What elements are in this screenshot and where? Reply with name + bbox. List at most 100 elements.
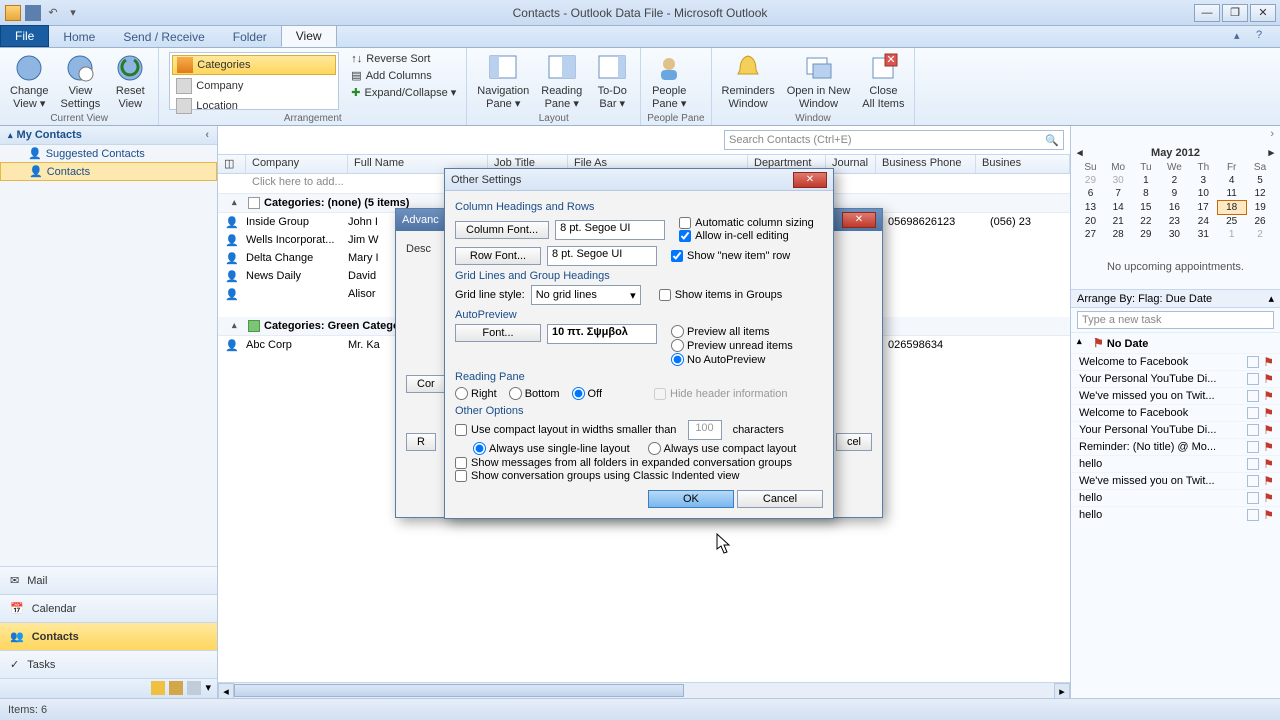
task-complete-checkbox[interactable] — [1247, 373, 1259, 385]
cancel-button[interactable]: Cancel — [737, 490, 823, 508]
preview-unread-radio[interactable]: Preview unread items — [671, 339, 793, 352]
show-all-folders-checkbox[interactable]: Show messages from all folders in expand… — [455, 457, 823, 469]
row-font-button[interactable]: Row Font... — [455, 247, 541, 265]
calendar-day[interactable]: 18 — [1217, 201, 1246, 215]
scroll-right-icon[interactable]: ▸ — [1054, 683, 1070, 699]
close-icon[interactable]: ✕ — [793, 172, 827, 188]
calendar-day[interactable]: 15 — [1132, 201, 1159, 215]
qat-customize-icon[interactable]: ▾ — [64, 4, 82, 22]
navbar-mail[interactable]: ✉Mail — [0, 566, 217, 594]
flag-icon[interactable]: ⚑ — [1263, 457, 1274, 471]
use-compact-layout-checkbox[interactable]: Use compact layout in widths smaller tha… — [455, 420, 823, 440]
auto-column-sizing-checkbox[interactable]: Automatic column sizing — [679, 217, 814, 229]
tab-folder[interactable]: Folder — [219, 27, 281, 47]
calendar-day[interactable]: 30 — [1104, 174, 1132, 187]
task-row[interactable]: Welcome to Facebook⚑ — [1071, 404, 1280, 421]
search-icon[interactable]: 🔍 — [1045, 134, 1059, 147]
hdr-company[interactable]: Company — [246, 155, 348, 173]
search-input[interactable]: Search Contacts (Ctrl+E)🔍 — [724, 130, 1064, 150]
dialog-button[interactable]: Cor — [406, 375, 446, 393]
flag-icon[interactable]: ⚑ — [1263, 355, 1274, 369]
calendar-day[interactable]: 10 — [1189, 187, 1217, 201]
shortcuts-icon[interactable] — [187, 681, 201, 695]
todo-expand-icon[interactable]: › — [1270, 128, 1274, 140]
open-new-window-button[interactable]: Open in New Window — [783, 50, 855, 112]
calendar-day[interactable]: 21 — [1104, 215, 1132, 229]
maximize-button[interactable]: ❐ — [1222, 4, 1248, 22]
navigation-pane-button[interactable]: Navigation Pane ▾ — [473, 50, 533, 112]
flag-icon[interactable]: ⚑ — [1263, 389, 1274, 403]
dialog-title[interactable]: Other Settings✕ — [445, 169, 833, 191]
reading-pane-bottom-radio[interactable]: Bottom — [509, 387, 560, 400]
single-line-layout-radio[interactable]: Always use single-line layout — [473, 442, 630, 455]
calendar-day[interactable]: 1 — [1217, 228, 1246, 241]
view-settings-button[interactable]: View Settings — [57, 50, 105, 112]
arrange-categories[interactable]: Categories — [172, 55, 336, 75]
qat-undo-icon[interactable]: ↶ — [44, 4, 62, 22]
task-row[interactable]: Reminder: (No title) @ Mo...⚑ — [1071, 438, 1280, 455]
column-font-button[interactable]: Column Font... — [455, 221, 549, 239]
calendar-day[interactable]: 2 — [1159, 174, 1189, 187]
horizontal-scrollbar[interactable]: ◂ ▸ — [218, 682, 1070, 698]
reading-pane-off-radio[interactable]: Off — [572, 387, 602, 400]
preview-all-radio[interactable]: Preview all items — [671, 325, 793, 338]
notes-icon[interactable] — [151, 681, 165, 695]
arrangement-gallery[interactable]: Categories Company Location — [169, 52, 339, 110]
autopreview-font-button[interactable]: Font... — [455, 324, 541, 342]
tab-view[interactable]: View — [281, 25, 337, 47]
calendar-day[interactable]: 13 — [1077, 201, 1104, 215]
calendar-day[interactable]: 23 — [1159, 215, 1189, 229]
calendar-day[interactable]: 4 — [1217, 174, 1246, 187]
task-complete-checkbox[interactable] — [1247, 458, 1259, 470]
flag-icon[interactable]: ⚑ — [1263, 491, 1274, 505]
task-complete-checkbox[interactable] — [1247, 509, 1259, 521]
calendar-day[interactable]: 20 — [1077, 215, 1104, 229]
task-complete-checkbox[interactable] — [1247, 356, 1259, 368]
calendar-day[interactable]: 19 — [1246, 201, 1274, 215]
nav-my-contacts[interactable]: ▴My Contacts‹ — [0, 126, 217, 145]
show-new-item-checkbox[interactable]: Show "new item" row — [671, 250, 790, 262]
nav-configure-icon[interactable]: ▾ — [205, 681, 211, 696]
task-row[interactable]: Your Personal YouTube Di...⚑ — [1071, 370, 1280, 387]
expand-collapse-button[interactable]: ✚Expand/Collapse ▾ — [347, 85, 460, 100]
calendar-day[interactable]: 9 — [1159, 187, 1189, 201]
tab-file[interactable]: File — [0, 25, 49, 47]
prev-month-icon[interactable]: ◂ — [1077, 146, 1083, 159]
reset-view-button[interactable]: Reset View — [108, 50, 152, 112]
task-complete-checkbox[interactable] — [1247, 475, 1259, 487]
date-navigator[interactable]: ◂May 2012▸ SuMoTuWeThFrSa293012345678910… — [1071, 142, 1280, 245]
flag-icon[interactable]: ⚑ — [1263, 372, 1274, 386]
reading-pane-right-radio[interactable]: Right — [455, 387, 497, 400]
task-complete-checkbox[interactable] — [1247, 424, 1259, 436]
close-icon[interactable]: ✕ — [842, 212, 876, 228]
qat-save-icon[interactable] — [24, 4, 42, 22]
navbar-calendar[interactable]: 📅Calendar — [0, 594, 217, 622]
ribbon-minimize-icon[interactable]: ▴ — [1234, 29, 1252, 47]
calendar-day[interactable]: 1 — [1132, 174, 1159, 187]
always-compact-radio[interactable]: Always use compact layout — [648, 442, 797, 455]
change-view-button[interactable]: Change View ▾ — [6, 50, 53, 112]
arrange-company[interactable]: Company — [172, 77, 336, 95]
calendar-day[interactable]: 28 — [1104, 228, 1132, 241]
arrange-by-header[interactable]: Arrange By: Flag: Due Date▴ — [1071, 289, 1280, 308]
calendar-day[interactable]: 24 — [1189, 215, 1217, 229]
task-complete-checkbox[interactable] — [1247, 441, 1259, 453]
calendar-day[interactable]: 31 — [1189, 228, 1217, 241]
task-row[interactable]: hello⚑ — [1071, 489, 1280, 506]
calendar-day[interactable]: 14 — [1104, 201, 1132, 215]
task-row[interactable]: We've missed you on Twit...⚑ — [1071, 472, 1280, 489]
in-cell-editing-checkbox[interactable]: Allow in-cell editing — [679, 230, 814, 242]
calendar-day[interactable]: 26 — [1246, 215, 1274, 229]
cancel-button[interactable]: cel — [836, 433, 872, 451]
show-items-in-groups-checkbox[interactable]: Show items in Groups — [659, 289, 783, 301]
nav-suggested-contacts[interactable]: 👤Suggested Contacts — [0, 145, 217, 162]
calendar-day[interactable]: 22 — [1132, 215, 1159, 229]
calendar-day[interactable]: 17 — [1189, 201, 1217, 215]
classic-indented-checkbox[interactable]: Show conversation groups using Classic I… — [455, 470, 823, 482]
grid-line-style-dropdown[interactable]: No grid lines▾ — [531, 285, 641, 305]
reverse-sort-button[interactable]: ↑↓Reverse Sort — [347, 52, 460, 66]
dialog-button[interactable]: R — [406, 433, 436, 451]
navbar-contacts[interactable]: 👥Contacts — [0, 622, 217, 650]
task-row[interactable]: hello⚑ — [1071, 506, 1280, 523]
task-complete-checkbox[interactable] — [1247, 492, 1259, 504]
